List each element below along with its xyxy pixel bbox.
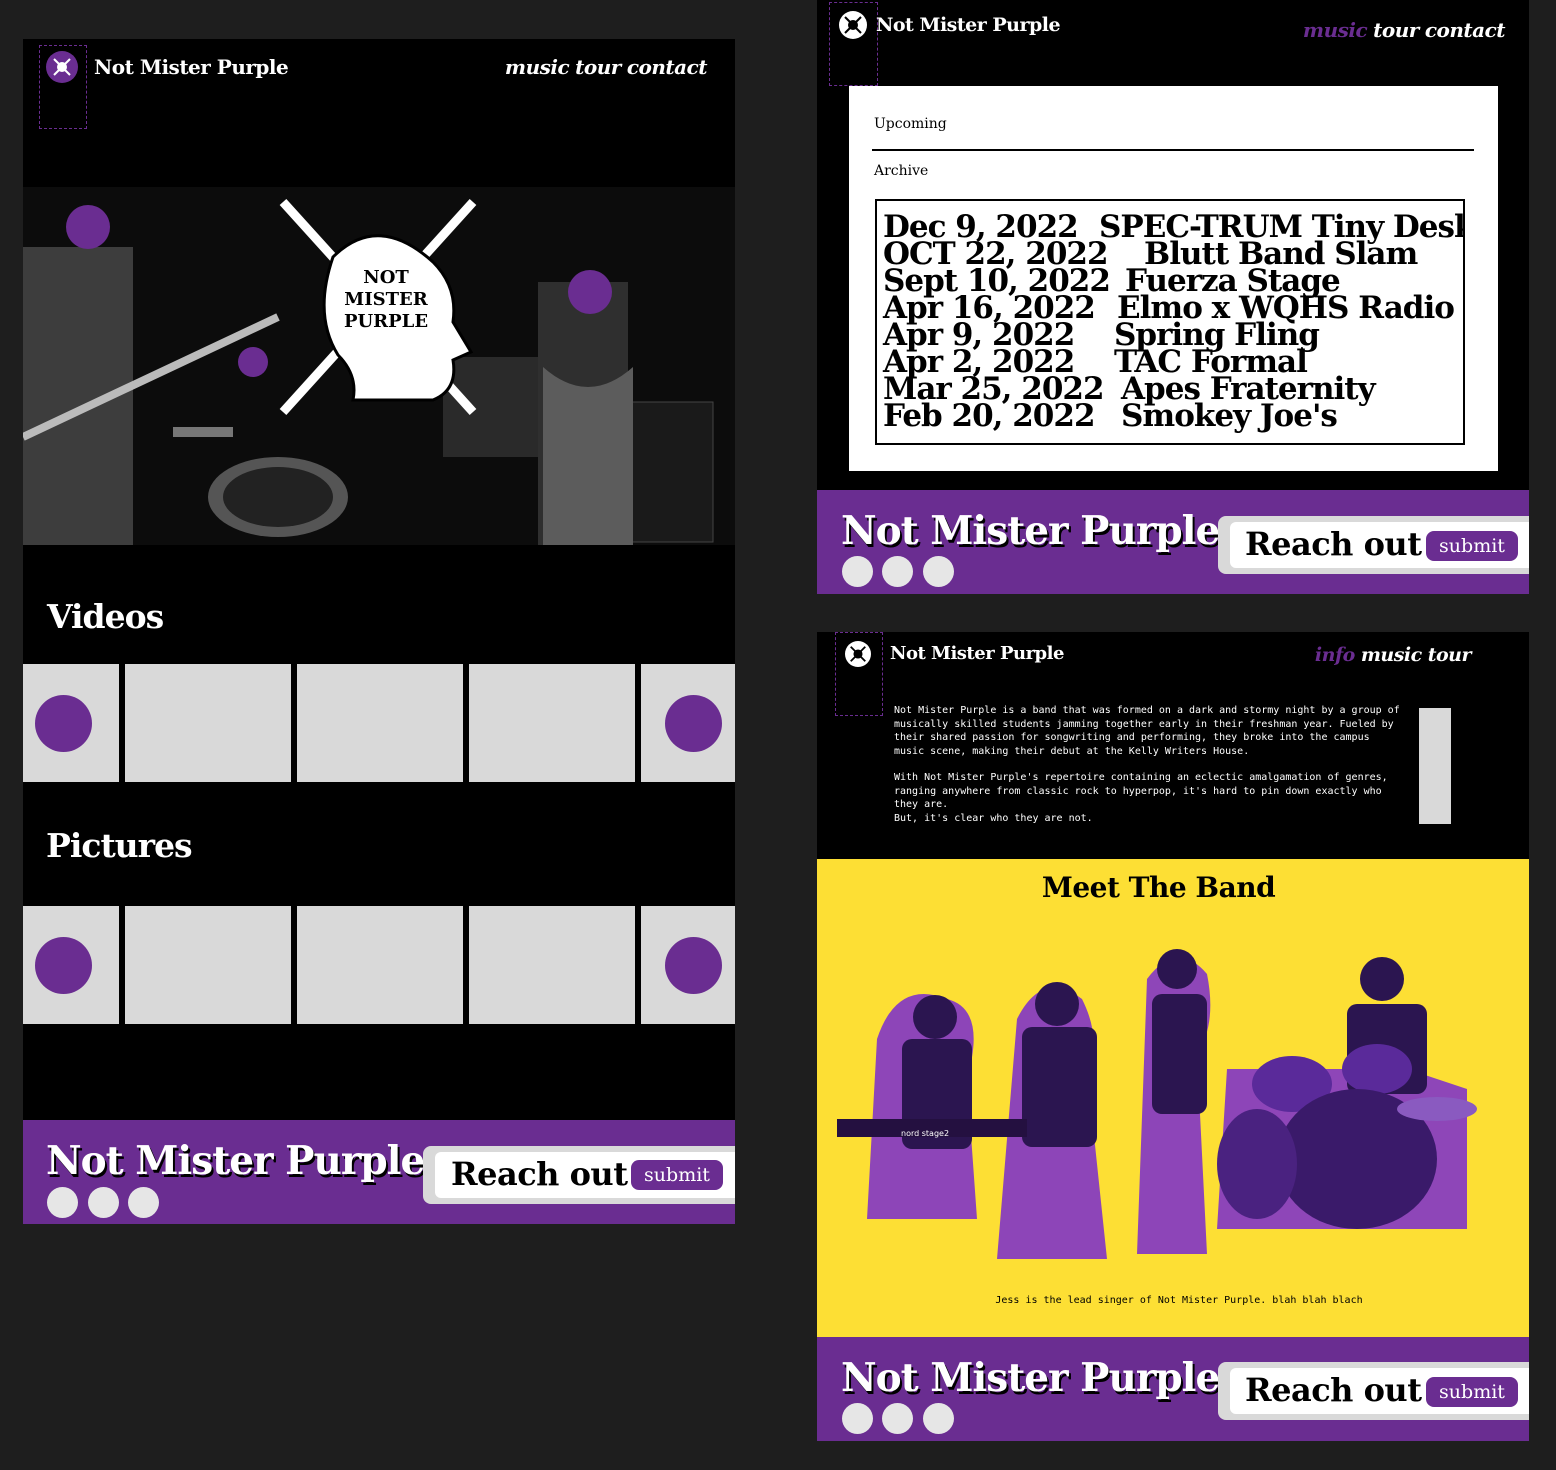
social-icon[interactable] bbox=[882, 1403, 913, 1434]
hero-image: NOT MISTER PURPLE bbox=[23, 187, 735, 545]
nav-tour[interactable]: tour bbox=[1428, 644, 1472, 666]
footer-title: Not Mister Purple bbox=[841, 508, 1220, 554]
scrollbar[interactable] bbox=[1419, 708, 1451, 824]
video-tile[interactable] bbox=[469, 664, 635, 782]
about-paragraph: But, it's clear who they are not. bbox=[894, 812, 1093, 824]
hero-logo: NOT MISTER PURPLE bbox=[278, 197, 478, 417]
hero-logo-text: NOT MISTER PURPLE bbox=[343, 267, 429, 332]
nav-tour[interactable]: tour bbox=[575, 55, 621, 79]
tab-divider bbox=[872, 149, 1474, 151]
nav-tour[interactable]: tour bbox=[1373, 18, 1419, 42]
tab-archive[interactable]: Archive bbox=[874, 163, 928, 179]
nav-music[interactable]: music bbox=[1303, 18, 1368, 42]
contact-form: Reach out submit bbox=[1218, 516, 1529, 574]
pictures-next-button[interactable] bbox=[665, 937, 722, 994]
submit-button[interactable]: submit bbox=[631, 1160, 723, 1190]
logo-icon[interactable] bbox=[46, 51, 78, 83]
pictures-title: Pictures bbox=[46, 826, 193, 865]
brand-name[interactable]: Not Mister Purple bbox=[890, 643, 1064, 664]
social-icon[interactable] bbox=[923, 1403, 954, 1434]
about-paragraph: With Not Mister Purple's repertoire cont… bbox=[894, 772, 1388, 810]
social-icon[interactable] bbox=[842, 556, 873, 587]
contact-form: Reach out submit bbox=[1218, 1362, 1529, 1420]
meet-the-band-title: Meet The Band bbox=[1041, 871, 1276, 904]
band-members-illustration bbox=[837, 949, 1477, 1259]
brand-name[interactable]: Not Mister Purple bbox=[876, 14, 1061, 36]
picture-tile[interactable] bbox=[297, 906, 463, 1024]
reach-out-input[interactable]: Reach out bbox=[1245, 525, 1422, 563]
pictures-prev-button[interactable] bbox=[35, 937, 92, 994]
submit-button[interactable]: submit bbox=[1426, 1377, 1518, 1407]
tour-panel: Upcoming Archive Dec 9, 2022 SPEC-TRUM Ti… bbox=[849, 86, 1498, 471]
video-tile[interactable] bbox=[297, 664, 463, 782]
show-row[interactable]: Feb 20, 2022 Smokey Joe's bbox=[883, 398, 1463, 434]
videos-title: Videos bbox=[47, 597, 164, 636]
home-page: Not Mister Purple music tour contact NOT… bbox=[23, 39, 735, 1224]
show-venue: Smokey Joe's bbox=[1121, 398, 1338, 434]
submit-button[interactable]: submit bbox=[1426, 531, 1518, 561]
brand-name[interactable]: Not Mister Purple bbox=[94, 55, 289, 79]
social-icon[interactable] bbox=[88, 1187, 119, 1218]
picture-tile[interactable] bbox=[469, 906, 635, 1024]
main-nav: music tour contact bbox=[1297, 18, 1506, 42]
contact-form: Reach out submit bbox=[423, 1146, 735, 1204]
social-icon[interactable] bbox=[128, 1187, 159, 1218]
info-page: Not Mister Purple info music tour Not Mist… bbox=[817, 632, 1529, 1441]
show-list: Dec 9, 2022 SPEC-TRUM Tiny Desk OCT 22, 2… bbox=[875, 199, 1465, 445]
nav-music[interactable]: music bbox=[1361, 644, 1422, 666]
meet-the-band-section: Meet The Band nord stage2 Jess is the le bbox=[817, 859, 1529, 1337]
social-icon[interactable] bbox=[842, 1403, 873, 1434]
logo-icon[interactable] bbox=[845, 641, 871, 667]
keyboard-label: nord stage2 bbox=[901, 1129, 950, 1138]
social-icon[interactable] bbox=[882, 556, 913, 587]
footer: Not Mister Purple Reach out submit bbox=[23, 1120, 735, 1224]
video-tile[interactable] bbox=[125, 664, 291, 782]
nav-contact[interactable]: contact bbox=[627, 55, 708, 79]
footer-title: Not Mister Purple bbox=[46, 1138, 425, 1184]
videos-next-button[interactable] bbox=[665, 695, 722, 752]
logo-icon[interactable] bbox=[839, 11, 867, 39]
reach-out-input[interactable]: Reach out bbox=[451, 1155, 628, 1193]
videos-prev-button[interactable] bbox=[35, 695, 92, 752]
picture-tile[interactable] bbox=[125, 906, 291, 1024]
show-date: Feb 20, 2022 bbox=[883, 398, 1096, 434]
reach-out-input[interactable]: Reach out bbox=[1245, 1371, 1422, 1409]
footer: Not Mister Purple Reach out submit bbox=[817, 490, 1529, 594]
footer: Not Mister Purple Reach out submit bbox=[817, 1337, 1529, 1441]
nav-info[interactable]: info bbox=[1315, 644, 1355, 666]
nav-contact[interactable]: contact bbox=[1425, 18, 1506, 42]
band-caption: Jess is the lead singer of Not Mister Pu… bbox=[995, 1295, 1363, 1306]
nav-music[interactable]: music bbox=[505, 55, 570, 79]
social-icon[interactable] bbox=[47, 1187, 78, 1218]
about-text: Not Mister Purple is a band that was for… bbox=[894, 704, 1404, 838]
main-nav: music tour contact bbox=[499, 55, 708, 79]
main-nav: info music tour bbox=[1309, 644, 1472, 666]
tab-upcoming[interactable]: Upcoming bbox=[874, 116, 947, 132]
about-paragraph: Not Mister Purple is a band that was for… bbox=[894, 705, 1400, 757]
social-icon[interactable] bbox=[923, 556, 954, 587]
tour-page: Not Mister Purple music tour contact Upcom… bbox=[817, 0, 1529, 594]
footer-title: Not Mister Purple bbox=[841, 1355, 1220, 1401]
